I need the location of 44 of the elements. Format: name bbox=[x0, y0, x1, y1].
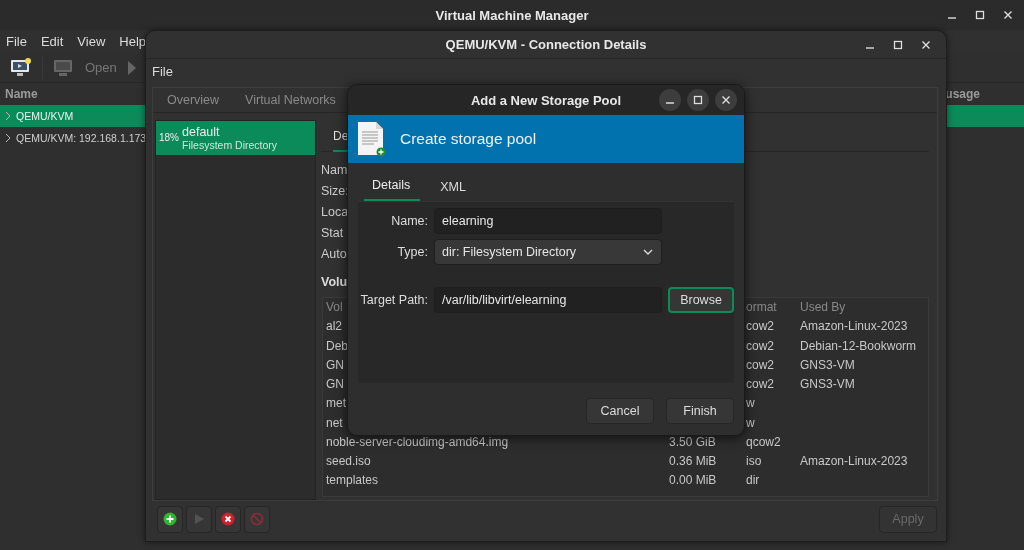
table-cell-text: templates bbox=[326, 472, 379, 490]
field-label: Size: bbox=[321, 183, 349, 200]
field-label: Auto bbox=[321, 246, 347, 263]
field-label: Nam bbox=[321, 162, 348, 179]
table-cell-text: Debian-12-Bookworm bbox=[800, 337, 917, 355]
pool-usage: 18% bbox=[159, 132, 179, 143]
table-cell-text: Amazon-Linux-2023 bbox=[800, 318, 908, 336]
table-cell-text: al2 bbox=[326, 318, 342, 336]
table-cell-text: seed.iso bbox=[326, 453, 371, 470]
table-cell-text: GN bbox=[326, 376, 344, 393]
table-cell-text: GN bbox=[326, 356, 344, 374]
table-cell-text: noble-server-cloudimg-amd64.img bbox=[326, 433, 509, 451]
table-cell-text: 0.36 MiB bbox=[669, 453, 717, 470]
table-cell-text: cow2 bbox=[746, 318, 774, 336]
table-cell-text: Amazon-Linux-2023 bbox=[800, 453, 908, 470]
connection-name: QEMU/KVM: 192.168.1.173 bbox=[16, 132, 147, 144]
table-cell-text: dir bbox=[746, 472, 760, 490]
table-cell-text: 3.50 GiB bbox=[669, 433, 716, 451]
field-label: Stat bbox=[321, 225, 344, 242]
table-cell-text: 0.00 MiB bbox=[669, 472, 717, 490]
table-cell-text: w bbox=[746, 414, 755, 432]
section-heading: Volu bbox=[321, 275, 348, 291]
table-cell-text: met bbox=[326, 395, 346, 413]
table-cell-text: Deb bbox=[326, 337, 348, 355]
table-cell-text: cow2 bbox=[746, 337, 774, 355]
field-label: Loca bbox=[321, 204, 349, 221]
field-label: Type: bbox=[396, 245, 428, 259]
window-title: Virtual Machine Manager bbox=[435, 7, 589, 23]
table-cell-text: cow2 bbox=[746, 356, 774, 374]
pool-type: Filesystem Directory bbox=[182, 139, 278, 151]
field-label: Target Path: bbox=[359, 293, 428, 307]
table-cell-text: qcow2 bbox=[746, 433, 781, 451]
table-cell-text: GNS3-VM bbox=[800, 356, 855, 374]
banner-title: Create storage pool bbox=[400, 130, 537, 148]
table-cell-text: GNS3-VM bbox=[800, 376, 855, 393]
table-cell-text: w bbox=[746, 395, 755, 413]
window-title: QEMU/KVM - Connection Details bbox=[445, 37, 647, 52]
table-cell-text: iso bbox=[746, 453, 762, 470]
dialog-title: Add a New Storage Pool bbox=[470, 92, 622, 108]
pool-name: default bbox=[182, 125, 221, 139]
table-cell-text: cow2 bbox=[746, 376, 774, 393]
connection-name: QEMU/KVM bbox=[16, 110, 74, 122]
field-label: Name: bbox=[390, 214, 428, 228]
table-cell-text: net bbox=[326, 414, 343, 432]
